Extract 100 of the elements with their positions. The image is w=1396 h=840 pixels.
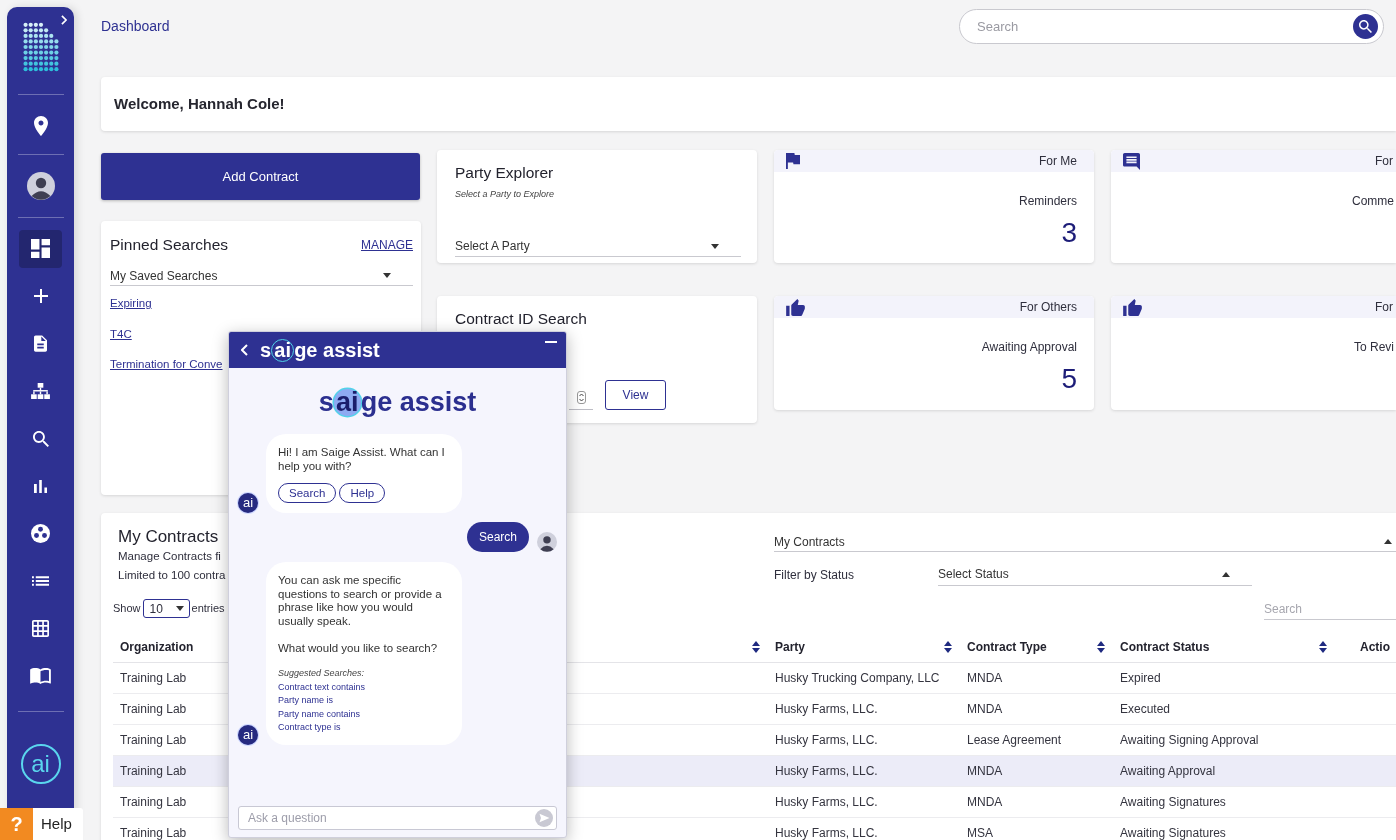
suggested-search-link[interactable]: Contract type is [278, 721, 341, 735]
show-label: Show [113, 601, 141, 617]
question-field[interactable]: Ask a question [238, 806, 557, 830]
table-cell: Husky Farms, LLC. [768, 693, 960, 724]
stat-count: 3 [1061, 217, 1077, 249]
table-cell: Husky Farms, LLC. [768, 786, 960, 817]
suggested-search-link[interactable]: Party name contains [278, 707, 361, 721]
saved-searches-select[interactable]: My Saved Searches [110, 266, 413, 287]
status-select[interactable]: Select Status [938, 563, 1252, 586]
table-cell: MNDA [960, 786, 1113, 817]
column-header[interactable]: Contract Status [1113, 632, 1335, 662]
page-title-link[interactable]: Dashboard [101, 16, 170, 37]
stat-label: Comme [1352, 194, 1394, 209]
welcome-text: Welcome, Hannah Cole! [114, 93, 285, 114]
chat-header-logo: saige assist [260, 338, 380, 364]
list-icon [32, 576, 49, 587]
table-cell: Expired [1113, 662, 1335, 693]
stat-label: Awaiting Approval [981, 340, 1077, 355]
add-contract-button[interactable]: Add Contract [101, 153, 420, 200]
dashboard-icon [31, 239, 50, 259]
help-icon: ? [0, 808, 33, 840]
message-text: What would you like to search? [278, 641, 439, 655]
location-pin-icon[interactable] [33, 116, 48, 136]
stat-label: To Revi [1354, 340, 1394, 355]
suggested-search-link[interactable]: Party name is [278, 694, 334, 708]
table-cell: Training Lab [113, 755, 228, 786]
card-title: My Contracts [118, 527, 219, 547]
quick-reply-button[interactable]: Search [278, 483, 337, 503]
column-header[interactable]: Actio [1335, 632, 1396, 662]
quick-reply-button[interactable]: Help [339, 483, 386, 503]
search-field[interactable]: Search [959, 9, 1384, 44]
spinner-icon [576, 391, 586, 405]
thumbs-up-icon [1123, 298, 1142, 316]
flag-icon [786, 153, 800, 169]
caret-up-icon [1222, 571, 1230, 577]
description-text: Manage Contracts fi [118, 549, 221, 564]
chevron-right-icon[interactable] [61, 15, 67, 25]
stat-group-label: For Me [1039, 153, 1077, 170]
table-cell: MNDA [960, 755, 1113, 786]
table-cell: MNDA [960, 693, 1113, 724]
org-chart-icon [31, 383, 50, 400]
search-icon [32, 430, 49, 447]
pinned-search-link[interactable]: Termination for Conve [110, 357, 223, 372]
table-cell: Awaiting Approval [1113, 755, 1335, 786]
caret-down-icon [175, 606, 184, 611]
back-chevron-icon[interactable] [241, 344, 248, 356]
filter-label: Filter by Status [774, 566, 856, 584]
view-button[interactable]: View [605, 380, 666, 411]
pinned-search-link[interactable]: Expiring [110, 296, 152, 311]
sort-icon[interactable] [944, 640, 952, 653]
table-cell: Awaiting Signatures [1113, 817, 1335, 840]
page-size-select[interactable]: 10 [142, 599, 190, 618]
party-select[interactable]: Select A Party [455, 236, 741, 257]
stat-group-label: For [1375, 299, 1393, 316]
sort-icon[interactable] [1097, 640, 1105, 653]
table-cell: Husky Trucking Company, LLC [768, 662, 960, 693]
message-text: Hi! I am Saige Assist. What can I help you with? [278, 446, 446, 473]
table-cell: Husky Farms, LLC. [768, 724, 960, 755]
avatar-icon [537, 532, 557, 552]
card-title: Pinned Searches [110, 235, 229, 255]
description-text: Limited to 100 contra [118, 568, 226, 583]
caret-down-icon [711, 243, 719, 249]
table-cell: Awaiting Signatures [1113, 786, 1335, 817]
bar-chart-icon [34, 479, 47, 493]
sort-icon[interactable] [752, 640, 760, 653]
assistant-avatar: ai [238, 724, 258, 745]
comment-icon [1123, 152, 1140, 170]
manage-link[interactable]: MANAGE [361, 235, 413, 254]
card-title: Contract ID Search [455, 309, 587, 329]
contracts-view-select[interactable]: My Contracts [774, 532, 1396, 552]
stat-label: Reminders [1018, 194, 1077, 209]
dot-grid-logo-icon [22, 22, 59, 72]
book-icon [30, 668, 51, 685]
chat-logo: saige assist [317, 386, 478, 419]
circle-dots-icon [31, 524, 50, 544]
stat-group-label: For Others [1019, 299, 1077, 316]
caret-up-icon [1384, 539, 1392, 544]
card-subtitle: Select a Party to Explore [455, 188, 555, 202]
dashboard-nav-button[interactable] [19, 229, 62, 268]
table-cell: Husky Farms, LLC. [768, 817, 960, 840]
suggestions-title: Suggested Searches: [278, 667, 365, 680]
ai-assistant-button[interactable]: ai [20, 744, 61, 784]
user-avatar-icon[interactable] [26, 172, 55, 200]
assistant-avatar: ai [238, 493, 258, 513]
plus-icon [33, 289, 48, 304]
pinned-search-link[interactable]: T4C [110, 326, 132, 341]
table-cell: MNDA [960, 662, 1113, 693]
column-header[interactable]: Contract Type [960, 632, 1113, 662]
table-cell: Executed [1113, 693, 1335, 724]
stat-count: 5 [1061, 363, 1077, 395]
thumbs-up-icon [786, 298, 805, 316]
search-field[interactable]: Search [1264, 599, 1396, 620]
sort-icon[interactable] [1319, 640, 1327, 653]
card-title: Party Explorer [455, 163, 554, 183]
caret-down-icon [383, 273, 391, 279]
column-header[interactable]: Party [768, 632, 960, 662]
table-cell: Lease Agreement [960, 724, 1113, 755]
suggested-search-link[interactable]: Contract text contains [278, 680, 366, 694]
help-button[interactable]: ? Help [0, 808, 83, 840]
document-icon [34, 335, 47, 353]
